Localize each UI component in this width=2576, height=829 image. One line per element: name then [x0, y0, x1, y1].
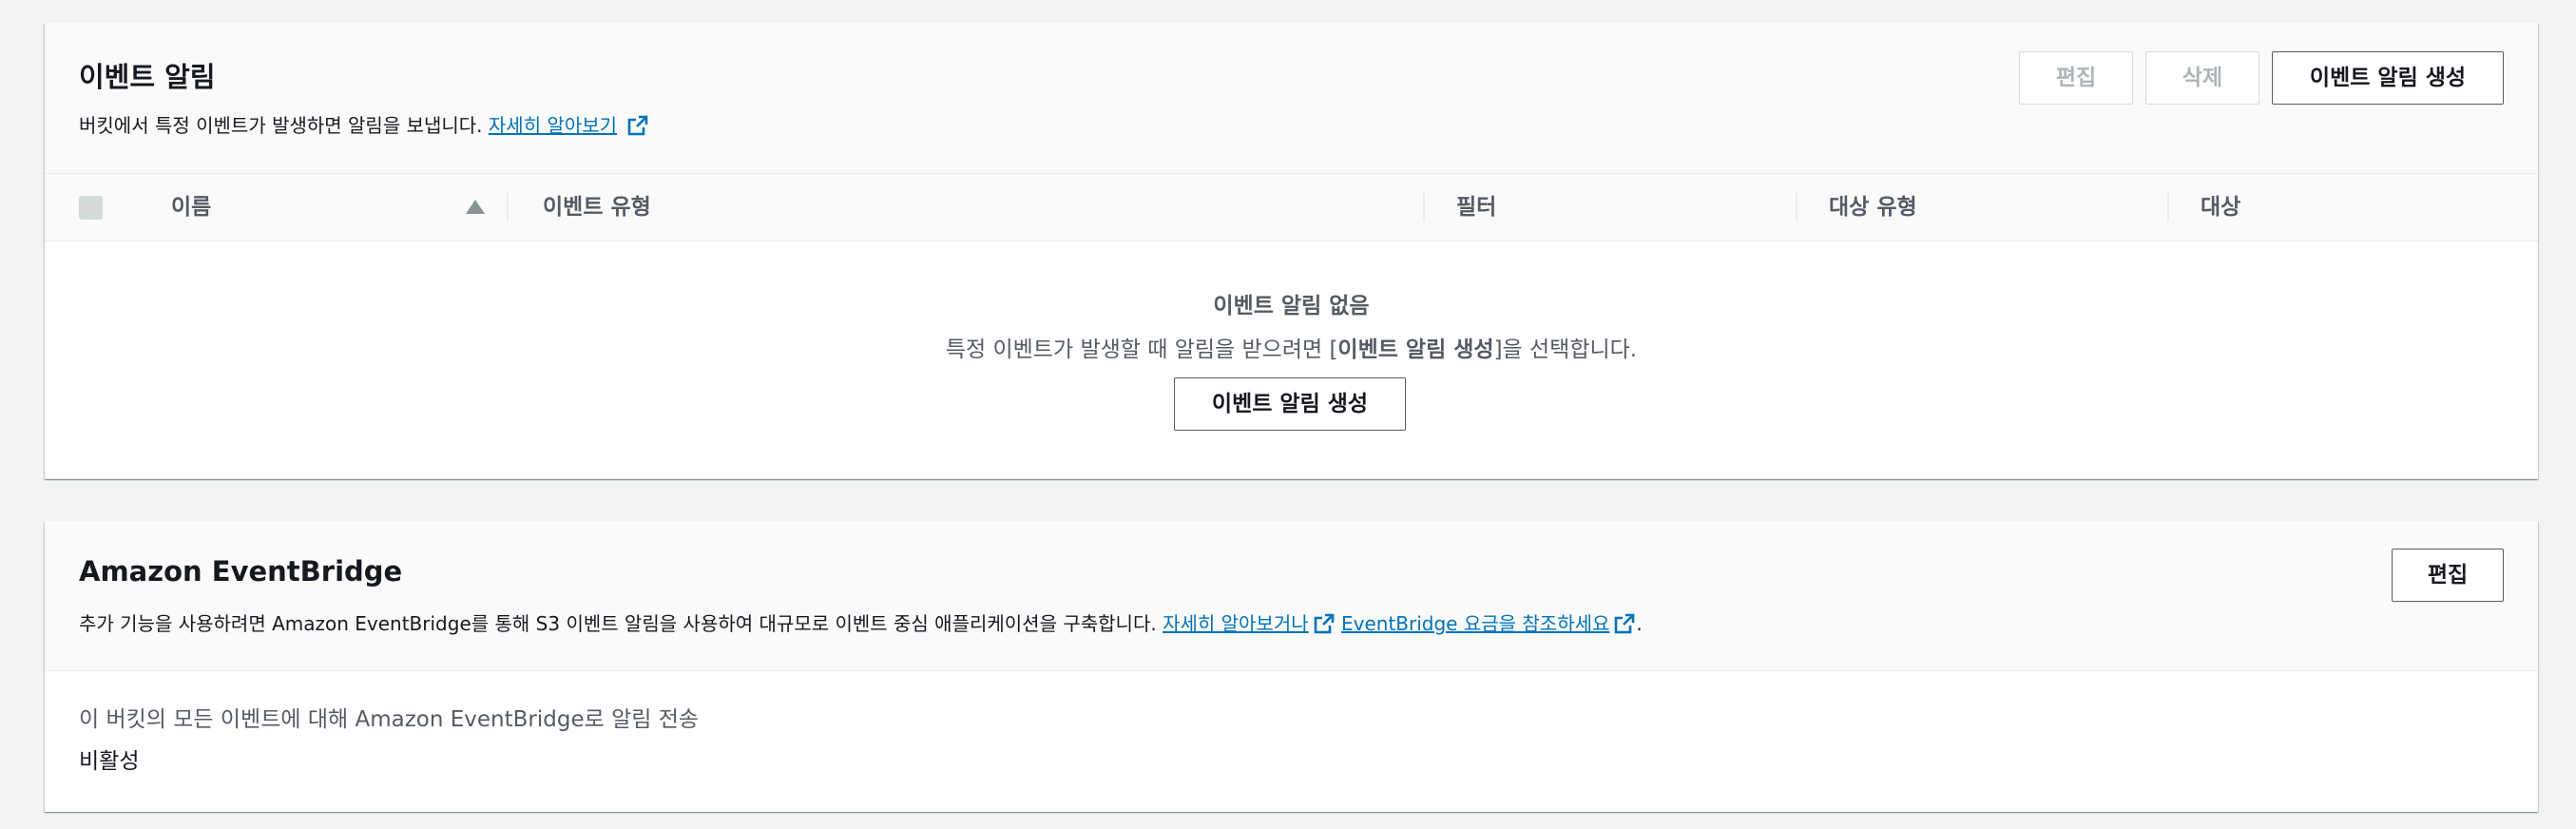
column-header-destination: 대상 [2201, 195, 2241, 220]
empty-state-create-button[interactable]: 이벤트 알림 생성 [1174, 377, 1406, 431]
event-notifications-description: 버킷에서 특정 이벤트가 발생하면 알림을 보냅니다. 자세히 알아보기 [79, 110, 649, 138]
column-header-destination-type: 대상 유형 [1829, 195, 1917, 220]
column-header-event-type: 이벤트 유형 [543, 195, 651, 220]
table-header: 이름 이벤트 유형 필터 대상 유형 대상 [45, 174, 2538, 241]
eventbridge-description: 추가 기능을 사용하려면 Amazon EventBridge를 통해 S3 이… [79, 608, 1643, 636]
eventbridge-description-period: . [1636, 612, 1643, 635]
eventbridge-pricing-text: EventBridge 요금을 참조하세요 [1340, 612, 1610, 635]
event-notifications-header: 이벤트 알림 버킷에서 특정 이벤트가 발생하면 알림을 보냅니다. 자세히 알… [45, 23, 2538, 174]
empty-state-description: 특정 이벤트가 발생할 때 알림을 받으려면 [이벤트 알림 생성]을 선택합니… [45, 331, 2538, 363]
column-separator [507, 193, 509, 222]
eventbridge-learn-more-link[interactable]: 자세히 알아보거나 [1163, 612, 1309, 635]
table-bottom-divider [45, 478, 2538, 479]
empty-state-desc-suffix: ]을 선택합니다. [1493, 337, 1638, 362]
column-header-name[interactable]: 이름 [171, 174, 211, 241]
eventbridge-setting-value: 비활성 [79, 749, 140, 774]
delete-button[interactable]: 삭제 [2145, 51, 2259, 105]
eventbridge-description-text: 추가 기능을 사용하려면 Amazon EventBridge를 통해 S3 이… [79, 612, 1157, 635]
select-all-checkbox[interactable] [79, 196, 103, 220]
external-link-icon[interactable] [626, 114, 649, 137]
eventbridge-edit-button[interactable]: 편집 [2392, 549, 2504, 602]
eventbridge-pricing-link[interactable]: EventBridge 요금을 참조하세요 [1341, 612, 1609, 635]
column-header-filter: 필터 [1456, 195, 1497, 220]
external-link-icon[interactable] [1313, 612, 1336, 635]
edit-button[interactable]: 편집 [2019, 51, 2133, 105]
eventbridge-panel: Amazon EventBridge 추가 기능을 사용하려면 Amazon E… [45, 521, 2538, 812]
learn-more-link-text: 자세히 알아보기 [488, 114, 618, 137]
learn-more-link[interactable]: 자세히 알아보기 [489, 114, 617, 137]
empty-state-desc-prefix: 특정 이벤트가 발생할 때 알림을 받으려면 [ [945, 337, 1338, 362]
empty-state-desc-bold: 이벤트 알림 생성 [1337, 337, 1494, 362]
event-notifications-title: 이벤트 알림 [79, 61, 216, 93]
eventbridge-setting-label: 이 버킷의 모든 이벤트에 대해 Amazon EventBridge로 알림 … [79, 707, 700, 732]
event-notifications-description-text: 버킷에서 특정 이벤트가 발생하면 알림을 보냅니다. [79, 114, 483, 137]
column-separator [2167, 193, 2169, 222]
column-separator [1796, 193, 1797, 222]
sort-ascending-icon[interactable] [466, 200, 485, 214]
column-separator [1423, 193, 1425, 222]
empty-state-title: 이벤트 알림 없음 [1213, 294, 1370, 318]
create-event-notification-button[interactable]: 이벤트 알림 생성 [2272, 51, 2504, 105]
eventbridge-header: Amazon EventBridge 추가 기능을 사용하려면 Amazon E… [45, 521, 2538, 671]
eventbridge-learn-more-text: 자세히 알아보거나 [1163, 612, 1309, 635]
external-link-icon[interactable] [1613, 612, 1636, 635]
event-notifications-panel: 이벤트 알림 버킷에서 특정 이벤트가 발생하면 알림을 보냅니다. 자세히 알… [45, 23, 2538, 479]
eventbridge-title: Amazon EventBridge [79, 555, 403, 588]
